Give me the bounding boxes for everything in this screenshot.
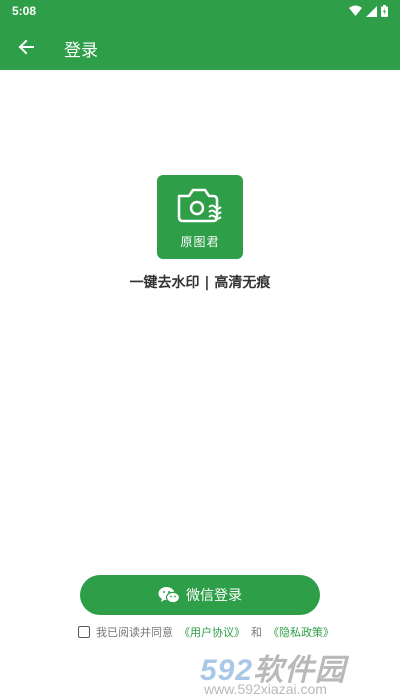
watermark-url: www.592xiazai.com — [204, 681, 327, 697]
privacy-policy-link[interactable]: 《隐私政策》 — [268, 624, 334, 640]
agreement-prefix: 我已阅读并同意 — [96, 626, 173, 639]
battery-icon — [381, 5, 388, 17]
back-button[interactable] — [12, 33, 40, 61]
signal-icon — [366, 5, 377, 17]
arrow-left-icon — [18, 39, 34, 55]
user-agreement-link[interactable]: 《用户协议》 — [179, 624, 245, 640]
status-icons — [349, 5, 388, 17]
app-bar: 登录 — [0, 24, 400, 70]
wifi-icon — [349, 5, 362, 16]
brand-name: 原图君 — [180, 235, 220, 249]
agreement-checkbox[interactable] — [78, 626, 90, 638]
slogan: 一键去水印 | 高清无痕 — [129, 275, 271, 291]
site-watermark: 592软件园 www.592xiazai.com — [200, 645, 400, 700]
app-logo: 原图君 — [157, 175, 243, 259]
status-bar: 5:08 — [0, 0, 400, 24]
camera-icon — [177, 188, 222, 223]
wechat-login-button[interactable]: 微信登录 — [80, 575, 320, 615]
status-time: 5:08 — [12, 4, 37, 18]
wechat-icon — [158, 587, 180, 604]
page-title: 登录 — [64, 41, 98, 61]
agreement-row: 我已阅读并同意 《用户协议》 和 《隐私政策》 — [78, 624, 378, 640]
agreement-conjunction: 和 — [251, 626, 262, 639]
wechat-login-label: 微信登录 — [186, 588, 242, 604]
